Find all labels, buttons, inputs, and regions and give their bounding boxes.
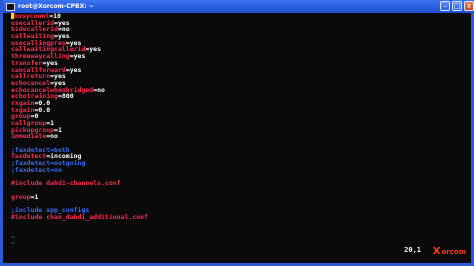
config-key: group	[11, 192, 31, 201]
terminal-window: root@Xorcom-CPBX: ~ – □ x busycount=10 us…	[0, 0, 474, 266]
editor-line: callgroup=1	[11, 120, 463, 127]
editor-line: #include chan_dahdi_additional.conf	[11, 212, 148, 221]
window-title: root@Xorcom-CPBX: ~	[18, 3, 94, 10]
close-button[interactable]: x	[464, 1, 474, 11]
editor-line: immediate=no	[11, 133, 463, 140]
config-value: =yes	[69, 52, 86, 61]
maximize-button[interactable]: □	[452, 1, 462, 11]
config-value: =yes	[65, 65, 82, 74]
logo-text: orcom	[441, 247, 466, 256]
cursor-position: 20,1	[404, 246, 421, 254]
editor-line: #include dahdi-channels.conf	[11, 179, 121, 188]
editor-line: ;faxdetect=outgoing	[11, 159, 86, 168]
config-value: =no	[93, 85, 105, 94]
editor-line: hidecallerid=no	[11, 26, 463, 33]
logo-x-mark: X	[432, 246, 441, 257]
editor-line: ;faxdetect=no	[11, 165, 62, 174]
editor-line: pickupgroup=1	[11, 126, 463, 134]
config-value: =800	[57, 92, 74, 101]
editor-line: echocancelwhenbridged=no	[11, 85, 463, 94]
terminal-icon	[6, 2, 15, 11]
config-value: =1	[30, 192, 39, 201]
window-controls: – □ x	[440, 1, 474, 11]
config-key: immediate	[11, 132, 47, 141]
config-value: =no	[46, 132, 58, 141]
editor-line: busycount=10	[11, 13, 463, 20]
minimize-button[interactable]: –	[440, 1, 450, 11]
editor-line: callreturn=yes	[11, 73, 463, 80]
editor-line: usecallerid=yes	[11, 19, 463, 27]
xorcom-logo: X orcom	[433, 246, 466, 257]
editor-line: txgain=0.0	[11, 106, 463, 114]
editor-line: threewaycalling=yes	[11, 53, 463, 60]
editor-line: ~	[11, 232, 15, 241]
editor-line: cancallforward=yes	[11, 65, 463, 74]
editor-line: rxgain=0.0	[11, 100, 463, 107]
editor-buffer[interactable]: busycount=10 usecallerid=yes hidecallerid=…	[11, 13, 463, 255]
editor-line: echotraining=800	[11, 93, 463, 100]
editor-line: group=0	[11, 113, 463, 120]
editor-line: group=1	[11, 192, 463, 201]
editor-line: ~	[11, 239, 15, 248]
title-bar[interactable]: root@Xorcom-CPBX: ~ – □ x	[3, 0, 474, 13]
config-value: =yes	[85, 45, 102, 54]
